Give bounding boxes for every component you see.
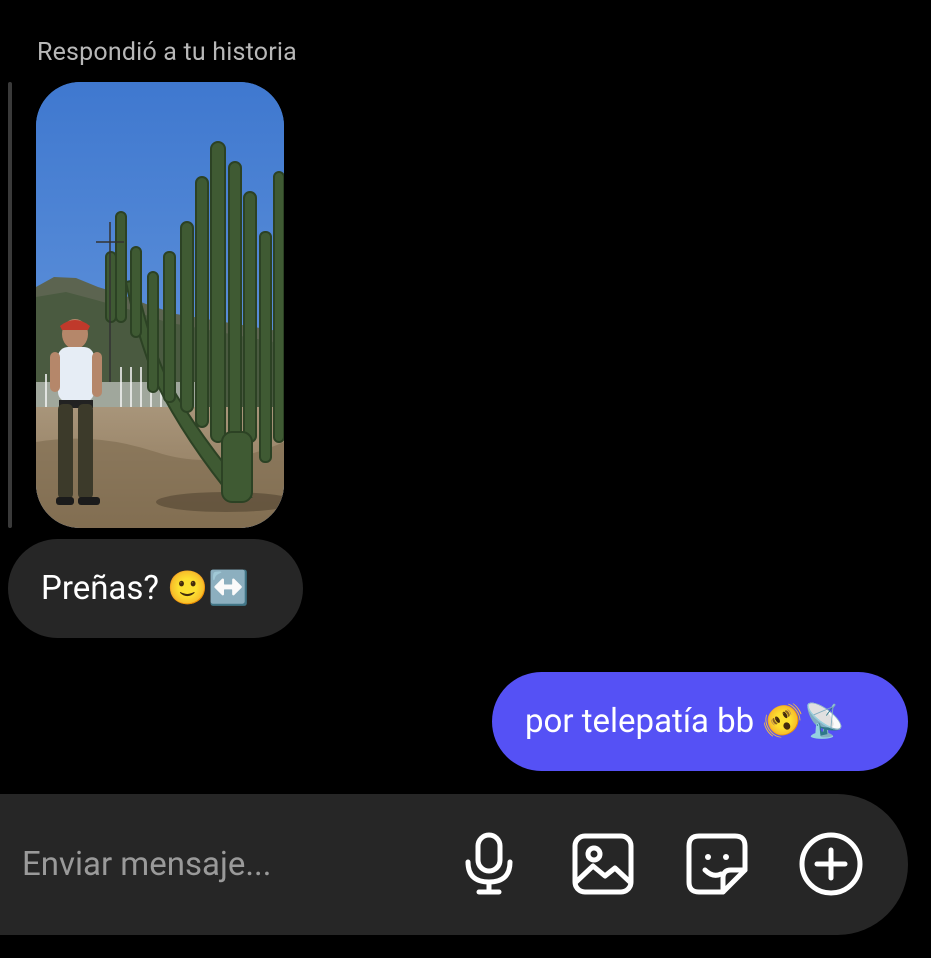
message-input[interactable] bbox=[22, 838, 432, 890]
reply-indicator-bar bbox=[8, 82, 12, 528]
sticker-icon bbox=[686, 833, 748, 895]
received-message-bubble[interactable]: Preñas? 🙂↔️ bbox=[8, 539, 303, 638]
received-message-text: Preñas? 🙂↔️ bbox=[41, 569, 250, 608]
sent-message-bubble[interactable]: por telepatía bb 🫨📡 bbox=[492, 672, 908, 771]
add-button[interactable] bbox=[794, 827, 868, 901]
microphone-button[interactable] bbox=[452, 827, 526, 901]
sent-message-text: por telepatía bb 🫨📡 bbox=[525, 702, 845, 741]
microphone-icon bbox=[465, 832, 513, 895]
image-icon bbox=[572, 833, 634, 895]
plus-circle-icon bbox=[799, 832, 863, 896]
story-image bbox=[36, 82, 284, 528]
reply-caption: Respondió a tu historia bbox=[37, 38, 297, 67]
sticker-button[interactable] bbox=[680, 827, 754, 901]
gallery-button[interactable] bbox=[566, 827, 640, 901]
message-composer bbox=[0, 794, 908, 935]
story-thumbnail[interactable] bbox=[36, 82, 284, 528]
